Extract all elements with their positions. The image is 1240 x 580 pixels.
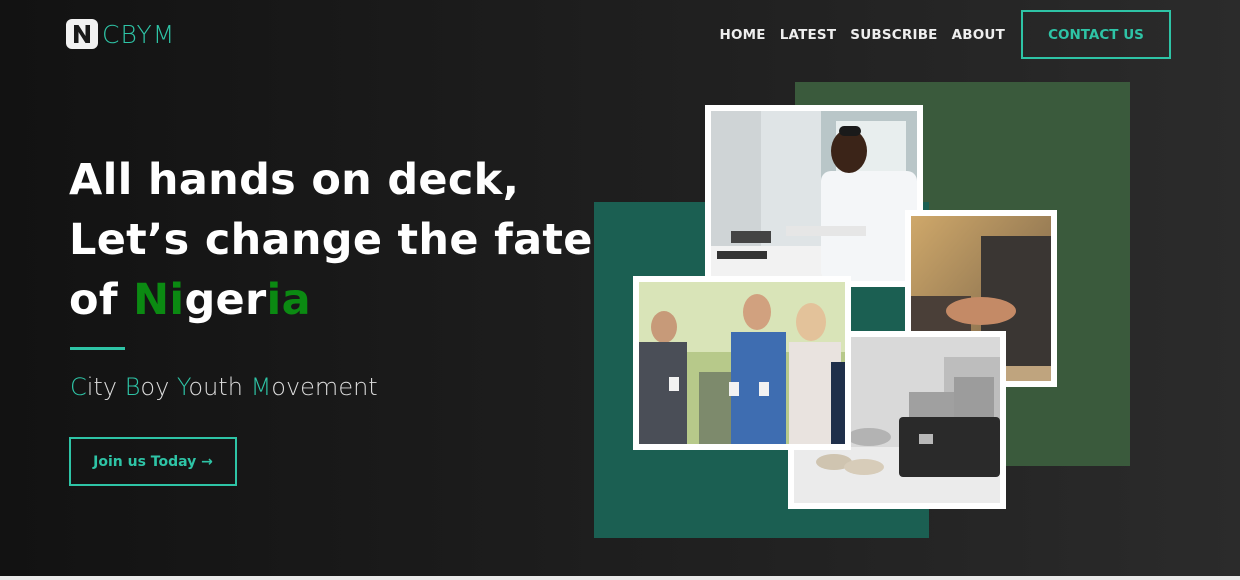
nav-home[interactable]: HOME [719,27,765,43]
country-part-1: Ni [133,275,185,325]
subtitle-part-4: oy [140,373,177,401]
hero-title-line-2: Let’s change the fate [69,215,593,265]
subtitle-part-8: ovement [271,373,378,401]
page-bottom-border [0,576,1240,580]
country-part-2: g [184,275,216,325]
hero-title-line-3: of Nigeria [69,270,593,330]
nav-about[interactable]: ABOUT [952,27,1005,43]
people-talking-photo [633,276,851,450]
hero-divider [70,347,125,350]
subtitle-part-6: outh [188,373,251,401]
nav-latest[interactable]: LATEST [780,27,837,43]
main-nav: HOME LATEST SUBSCRIBE ABOUT CONTACT US [719,10,1171,59]
hero-subtitle: City Boy Youth Movement [70,373,378,401]
hero-title-line-1: All hands on deck, [69,155,520,205]
logo-icon [66,19,98,49]
office-worker-photo [705,105,923,287]
hero-title: All hands on deck, Let’s change the fate… [69,150,593,330]
join-us-button[interactable]: Join us Today → [69,437,237,486]
site-logo[interactable]: CBYM [66,18,175,50]
subtitle-part-2: ity [86,373,125,401]
hero-title-prefix: of [69,275,134,325]
subtitle-part-5: Y [176,373,189,401]
country-part-3: er [215,275,267,325]
subtitle-part-3: B [124,373,141,401]
country-part-4: ia [266,275,311,325]
brand-name: CBYM [102,19,176,49]
subtitle-part-1: C [70,373,87,401]
subtitle-part-7: M [250,373,272,401]
nav-subscribe[interactable]: SUBSCRIBE [850,27,937,43]
contact-us-button[interactable]: CONTACT US [1021,10,1171,59]
